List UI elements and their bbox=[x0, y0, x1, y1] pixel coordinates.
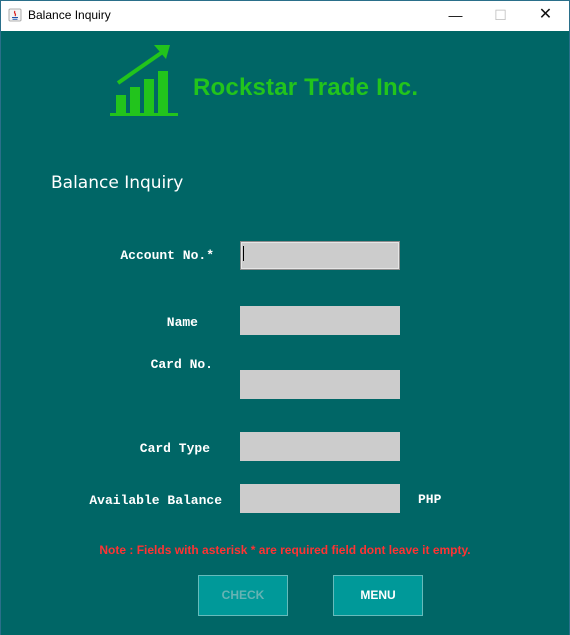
card-no-field[interactable] bbox=[240, 370, 400, 399]
maximize-button[interactable]: ☐ bbox=[478, 1, 523, 31]
account-no-input[interactable] bbox=[240, 241, 400, 270]
bar-chart-growth-icon bbox=[110, 45, 178, 116]
close-button[interactable]: ✕ bbox=[523, 1, 568, 31]
menu-button[interactable]: MENU bbox=[333, 575, 423, 616]
account-no-label: Account No.* bbox=[120, 248, 214, 263]
title-bar[interactable]: Balance Inquiry — ☐ ✕ bbox=[1, 1, 569, 31]
check-button[interactable]: CHECK bbox=[198, 575, 288, 616]
currency-unit-label: PHP bbox=[418, 492, 442, 507]
name-label: Name bbox=[166, 315, 198, 330]
balance-inquiry-window: Balance Inquiry — ☐ ✕ Rockstar Trade Inc… bbox=[0, 0, 570, 635]
card-no-label: Card No. bbox=[150, 357, 213, 372]
available-balance-field[interactable] bbox=[240, 484, 400, 513]
page-title: Balance Inquiry bbox=[51, 173, 184, 193]
card-type-field[interactable] bbox=[240, 432, 400, 461]
main-panel: Rockstar Trade Inc. Balance Inquiry Acco… bbox=[1, 31, 569, 635]
company-name: Rockstar Trade Inc. bbox=[193, 74, 419, 101]
card-type-label: Card Type bbox=[139, 441, 210, 456]
available-balance-label: Available Balance bbox=[89, 493, 222, 508]
window-title: Balance Inquiry bbox=[28, 8, 111, 22]
required-fields-note: Note : Fields with asterisk * are requir… bbox=[99, 543, 471, 557]
minimize-button[interactable]: — bbox=[433, 1, 478, 31]
name-field[interactable] bbox=[240, 306, 400, 335]
text-caret bbox=[243, 246, 244, 261]
java-app-icon bbox=[8, 8, 22, 22]
